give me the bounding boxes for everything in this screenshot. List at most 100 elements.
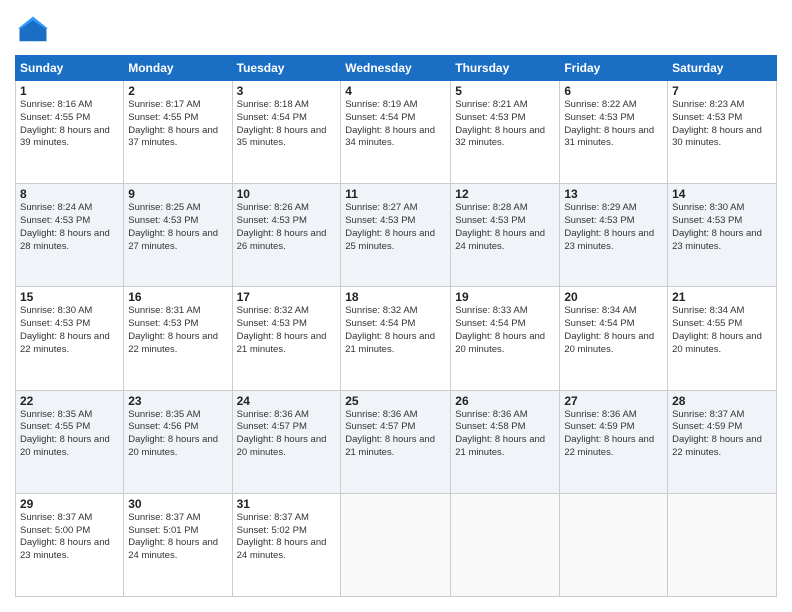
day-info: Sunrise: 8:22 AMSunset: 4:53 PMDaylight:… xyxy=(564,99,663,150)
day-number: 27 xyxy=(564,394,663,408)
day-info: Sunrise: 8:37 AMSunset: 5:01 PMDaylight:… xyxy=(128,512,227,563)
day-number: 25 xyxy=(345,394,446,408)
day-info: Sunrise: 8:17 AMSunset: 4:55 PMDaylight:… xyxy=(128,99,227,150)
day-info: Sunrise: 8:35 AMSunset: 4:55 PMDaylight:… xyxy=(20,409,119,460)
day-number: 23 xyxy=(128,394,227,408)
calendar-cell: 12Sunrise: 8:28 AMSunset: 4:53 PMDayligh… xyxy=(451,184,560,287)
calendar-cell: 15Sunrise: 8:30 AMSunset: 4:53 PMDayligh… xyxy=(16,287,124,390)
day-header-monday: Monday xyxy=(124,56,232,81)
calendar-cell: 13Sunrise: 8:29 AMSunset: 4:53 PMDayligh… xyxy=(560,184,668,287)
day-number: 22 xyxy=(20,394,119,408)
day-number: 26 xyxy=(455,394,555,408)
calendar-cell: 24Sunrise: 8:36 AMSunset: 4:57 PMDayligh… xyxy=(232,390,341,493)
day-number: 21 xyxy=(672,290,772,304)
day-info: Sunrise: 8:32 AMSunset: 4:54 PMDaylight:… xyxy=(345,305,446,356)
day-info: Sunrise: 8:33 AMSunset: 4:54 PMDaylight:… xyxy=(455,305,555,356)
day-info: Sunrise: 8:16 AMSunset: 4:55 PMDaylight:… xyxy=(20,99,119,150)
calendar-cell: 9Sunrise: 8:25 AMSunset: 4:53 PMDaylight… xyxy=(124,184,232,287)
calendar-cell: 5Sunrise: 8:21 AMSunset: 4:53 PMDaylight… xyxy=(451,81,560,184)
day-number: 30 xyxy=(128,497,227,511)
day-info: Sunrise: 8:34 AMSunset: 4:54 PMDaylight:… xyxy=(564,305,663,356)
day-info: Sunrise: 8:37 AMSunset: 4:59 PMDaylight:… xyxy=(672,409,772,460)
day-info: Sunrise: 8:36 AMSunset: 4:59 PMDaylight:… xyxy=(564,409,663,460)
calendar-cell: 19Sunrise: 8:33 AMSunset: 4:54 PMDayligh… xyxy=(451,287,560,390)
calendar-cell xyxy=(451,493,560,596)
calendar-cell: 27Sunrise: 8:36 AMSunset: 4:59 PMDayligh… xyxy=(560,390,668,493)
calendar-cell: 26Sunrise: 8:36 AMSunset: 4:58 PMDayligh… xyxy=(451,390,560,493)
calendar-cell xyxy=(668,493,777,596)
day-info: Sunrise: 8:18 AMSunset: 4:54 PMDaylight:… xyxy=(237,99,337,150)
calendar-cell: 31Sunrise: 8:37 AMSunset: 5:02 PMDayligh… xyxy=(232,493,341,596)
calendar-week-3: 15Sunrise: 8:30 AMSunset: 4:53 PMDayligh… xyxy=(16,287,777,390)
day-number: 2 xyxy=(128,84,227,98)
calendar-cell: 23Sunrise: 8:35 AMSunset: 4:56 PMDayligh… xyxy=(124,390,232,493)
day-info: Sunrise: 8:25 AMSunset: 4:53 PMDaylight:… xyxy=(128,202,227,253)
calendar-cell: 25Sunrise: 8:36 AMSunset: 4:57 PMDayligh… xyxy=(341,390,451,493)
day-number: 5 xyxy=(455,84,555,98)
day-number: 28 xyxy=(672,394,772,408)
day-header-friday: Friday xyxy=(560,56,668,81)
day-header-wednesday: Wednesday xyxy=(341,56,451,81)
calendar-cell xyxy=(560,493,668,596)
calendar-cell: 17Sunrise: 8:32 AMSunset: 4:53 PMDayligh… xyxy=(232,287,341,390)
calendar-cell: 6Sunrise: 8:22 AMSunset: 4:53 PMDaylight… xyxy=(560,81,668,184)
day-number: 16 xyxy=(128,290,227,304)
day-number: 10 xyxy=(237,187,337,201)
day-info: Sunrise: 8:37 AMSunset: 5:00 PMDaylight:… xyxy=(20,512,119,563)
calendar-cell: 3Sunrise: 8:18 AMSunset: 4:54 PMDaylight… xyxy=(232,81,341,184)
calendar-cell: 29Sunrise: 8:37 AMSunset: 5:00 PMDayligh… xyxy=(16,493,124,596)
day-info: Sunrise: 8:36 AMSunset: 4:57 PMDaylight:… xyxy=(237,409,337,460)
day-number: 17 xyxy=(237,290,337,304)
day-number: 19 xyxy=(455,290,555,304)
day-number: 12 xyxy=(455,187,555,201)
day-info: Sunrise: 8:36 AMSunset: 4:58 PMDaylight:… xyxy=(455,409,555,460)
day-info: Sunrise: 8:36 AMSunset: 4:57 PMDaylight:… xyxy=(345,409,446,460)
day-info: Sunrise: 8:27 AMSunset: 4:53 PMDaylight:… xyxy=(345,202,446,253)
day-number: 9 xyxy=(128,187,227,201)
calendar-cell: 20Sunrise: 8:34 AMSunset: 4:54 PMDayligh… xyxy=(560,287,668,390)
day-header-tuesday: Tuesday xyxy=(232,56,341,81)
day-header-saturday: Saturday xyxy=(668,56,777,81)
calendar-cell: 21Sunrise: 8:34 AMSunset: 4:55 PMDayligh… xyxy=(668,287,777,390)
page-header xyxy=(15,15,777,45)
day-number: 6 xyxy=(564,84,663,98)
day-info: Sunrise: 8:30 AMSunset: 4:53 PMDaylight:… xyxy=(20,305,119,356)
day-number: 15 xyxy=(20,290,119,304)
day-number: 1 xyxy=(20,84,119,98)
calendar-cell: 2Sunrise: 8:17 AMSunset: 4:55 PMDaylight… xyxy=(124,81,232,184)
calendar-cell: 1Sunrise: 8:16 AMSunset: 4:55 PMDaylight… xyxy=(16,81,124,184)
calendar-cell: 30Sunrise: 8:37 AMSunset: 5:01 PMDayligh… xyxy=(124,493,232,596)
day-number: 20 xyxy=(564,290,663,304)
calendar-table: SundayMondayTuesdayWednesdayThursdayFrid… xyxy=(15,55,777,597)
day-number: 18 xyxy=(345,290,446,304)
day-header-thursday: Thursday xyxy=(451,56,560,81)
calendar-week-1: 1Sunrise: 8:16 AMSunset: 4:55 PMDaylight… xyxy=(16,81,777,184)
day-number: 8 xyxy=(20,187,119,201)
day-number: 3 xyxy=(237,84,337,98)
calendar-cell: 10Sunrise: 8:26 AMSunset: 4:53 PMDayligh… xyxy=(232,184,341,287)
day-info: Sunrise: 8:32 AMSunset: 4:53 PMDaylight:… xyxy=(237,305,337,356)
calendar-week-4: 22Sunrise: 8:35 AMSunset: 4:55 PMDayligh… xyxy=(16,390,777,493)
day-number: 11 xyxy=(345,187,446,201)
day-header-sunday: Sunday xyxy=(16,56,124,81)
calendar-cell: 28Sunrise: 8:37 AMSunset: 4:59 PMDayligh… xyxy=(668,390,777,493)
day-number: 7 xyxy=(672,84,772,98)
day-info: Sunrise: 8:19 AMSunset: 4:54 PMDaylight:… xyxy=(345,99,446,150)
calendar-cell: 8Sunrise: 8:24 AMSunset: 4:53 PMDaylight… xyxy=(16,184,124,287)
calendar-cell: 11Sunrise: 8:27 AMSunset: 4:53 PMDayligh… xyxy=(341,184,451,287)
day-info: Sunrise: 8:24 AMSunset: 4:53 PMDaylight:… xyxy=(20,202,119,253)
day-info: Sunrise: 8:21 AMSunset: 4:53 PMDaylight:… xyxy=(455,99,555,150)
day-info: Sunrise: 8:30 AMSunset: 4:53 PMDaylight:… xyxy=(672,202,772,253)
day-info: Sunrise: 8:35 AMSunset: 4:56 PMDaylight:… xyxy=(128,409,227,460)
day-info: Sunrise: 8:23 AMSunset: 4:53 PMDaylight:… xyxy=(672,99,772,150)
calendar-cell: 4Sunrise: 8:19 AMSunset: 4:54 PMDaylight… xyxy=(341,81,451,184)
day-number: 4 xyxy=(345,84,446,98)
day-number: 29 xyxy=(20,497,119,511)
calendar-cell: 14Sunrise: 8:30 AMSunset: 4:53 PMDayligh… xyxy=(668,184,777,287)
logo-icon xyxy=(18,15,48,45)
calendar-header-row: SundayMondayTuesdayWednesdayThursdayFrid… xyxy=(16,56,777,81)
calendar-week-5: 29Sunrise: 8:37 AMSunset: 5:00 PMDayligh… xyxy=(16,493,777,596)
calendar-cell: 7Sunrise: 8:23 AMSunset: 4:53 PMDaylight… xyxy=(668,81,777,184)
day-info: Sunrise: 8:31 AMSunset: 4:53 PMDaylight:… xyxy=(128,305,227,356)
day-number: 31 xyxy=(237,497,337,511)
